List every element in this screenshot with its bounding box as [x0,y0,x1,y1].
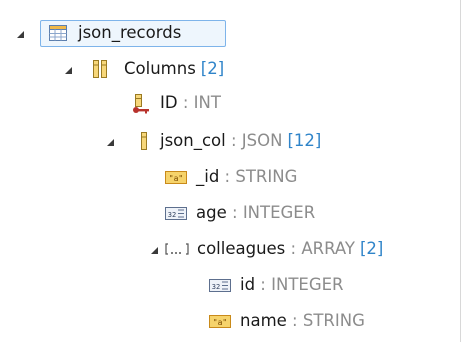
node-name: colleagues [197,239,286,258]
panel-border [460,0,461,342]
tree-node-label: json_records [78,21,181,45]
columns-icon [90,59,110,79]
tree-node-colleagues[interactable]: colleagues : ARRAY [2] [0,234,464,264]
type-separator: : [255,275,272,294]
table-icon [48,23,68,43]
tree-node-age[interactable]: 32 age : INTEGER [0,198,464,228]
collapse-toggle-icon[interactable] [62,64,74,76]
collapse-toggle-icon[interactable] [14,28,26,40]
schema-tree: json_records Columns [2] ID: INT json_c… [0,0,464,342]
tree-node-label: colleagues : ARRAY [2] [197,237,383,261]
tree-node-id[interactable]: ID : INT [0,88,464,118]
svg-text:32: 32 [168,211,176,219]
tree-node-label: Columns [2] [124,57,224,81]
tree-node-json-col[interactable]: json_col : JSON [12] [0,126,464,156]
tree-node-columns[interactable]: Columns [2] [0,54,464,84]
type-separator: : [226,203,243,222]
node-name: _id [196,167,220,186]
tree-node-colleagues-id[interactable]: 32 id : INTEGER [0,270,464,300]
string-type-icon: "a" [164,167,187,187]
type-separator: : [219,167,236,186]
node-type: INTEGER [271,275,344,294]
tree-node-colleagues-name[interactable]: "a" name : STRING [0,306,464,336]
node-type: STRING [235,167,298,186]
tree-node-json-records[interactable]: json_records [0,18,464,48]
node-type: INT [193,93,221,112]
tree-node-label: name : STRING [240,309,365,333]
node-name: name [240,311,287,330]
array-type-icon [164,239,189,259]
tree-node-label: json_col : JSON [12] [160,129,321,153]
node-name: Columns [124,59,196,78]
node-name: age [196,203,227,222]
node-name: id [240,275,256,294]
svg-text:"a": "a" [213,318,227,327]
collapse-toggle-icon[interactable] [104,136,116,148]
string-type-icon: "a" [208,311,231,331]
type-separator: : [286,311,303,330]
primary-key-column-icon [130,93,150,114]
collapse-toggle-icon[interactable] [148,244,160,256]
child-count: [12] [287,131,322,150]
tree-node-underscore-id[interactable]: "a" _id : STRING [0,162,464,192]
tree-node-label: id : INTEGER [240,273,344,297]
node-name: json_records [78,23,182,42]
child-count: [2] [200,59,225,78]
svg-text:32: 32 [212,283,220,291]
tree-node-label: ID : INT [160,91,221,115]
column-icon [134,131,154,151]
node-type: INTEGER [242,203,316,222]
tree-node-label: _id : STRING [196,165,297,189]
type-separator: : [285,239,302,258]
child-count: [2] [359,239,384,258]
tree-node-label: age : INTEGER [196,201,315,225]
node-type: STRING [302,311,365,330]
type-separator: : [177,93,194,112]
type-separator: : [225,131,242,150]
integer-type-icon: 32 [164,203,187,223]
node-type: JSON [241,131,283,150]
node-name: json_col [160,131,226,150]
node-name: ID [160,93,178,112]
integer-type-icon: 32 [208,275,231,295]
svg-text:"a": "a" [169,174,183,183]
node-type: ARRAY [301,239,355,258]
